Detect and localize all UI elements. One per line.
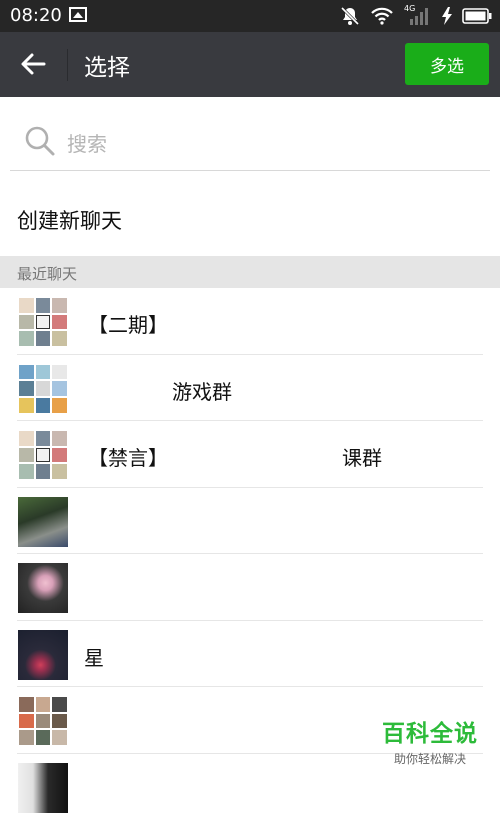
image-notification-icon — [69, 7, 87, 22]
back-button[interactable] — [14, 46, 54, 82]
chat-row[interactable]: 【禁言】 课群 — [0, 421, 500, 488]
watermark-title: 百科全说 — [382, 714, 478, 748]
wifi-icon — [370, 6, 394, 26]
chat-row[interactable] — [0, 554, 500, 621]
baike-watermark: 百科全说 助你轻松解决 — [382, 714, 478, 767]
photo-avatar — [18, 763, 68, 813]
multi-select-button[interactable]: 多选 — [405, 43, 489, 85]
watermark-subtitle: 助你轻松解决 — [382, 750, 478, 767]
group-avatar — [18, 696, 68, 746]
chat-name: 【禁言】 — [88, 442, 168, 471]
arrow-left-icon — [14, 46, 54, 82]
chat-name-suffix: 课群 — [342, 442, 382, 471]
status-bar: 08:20 4G — [0, 0, 500, 32]
status-time: 08:20 — [10, 5, 62, 26]
section-header-label: 最近聊天 — [17, 263, 77, 284]
group-avatar — [18, 364, 68, 414]
search-icon — [24, 125, 56, 157]
chat-row[interactable]: 星 — [0, 621, 500, 688]
group-avatar — [18, 430, 68, 480]
create-new-chat-item[interactable]: 创建新聊天 — [0, 172, 500, 254]
photo-avatar — [18, 497, 68, 547]
photo-avatar — [18, 630, 68, 680]
group-avatar — [18, 297, 68, 347]
chat-name: 星 — [84, 642, 104, 671]
chat-name: 【二期】 — [88, 309, 168, 338]
recent-chats-header: 最近聊天 — [0, 256, 500, 288]
chat-row[interactable]: 游戏群 — [0, 355, 500, 422]
search-bar[interactable]: 搜索 — [10, 112, 490, 171]
flower-avatar — [18, 563, 68, 613]
signal-icon: 4G — [404, 6, 432, 26]
chat-row[interactable] — [0, 488, 500, 555]
page-title: 选择 — [84, 48, 130, 82]
battery-icon — [462, 8, 492, 24]
search-placeholder: 搜索 — [67, 128, 107, 157]
appbar-divider — [67, 49, 68, 81]
bell-muted-icon — [340, 6, 360, 26]
chat-name: 游戏群 — [172, 376, 232, 405]
charging-bolt-icon — [442, 7, 452, 25]
app-bar: 选择 多选 — [0, 32, 500, 97]
status-icons: 4G — [340, 5, 492, 27]
chat-row[interactable]: 【二期】 — [0, 288, 500, 355]
create-new-chat-label: 创建新聊天 — [17, 205, 122, 235]
